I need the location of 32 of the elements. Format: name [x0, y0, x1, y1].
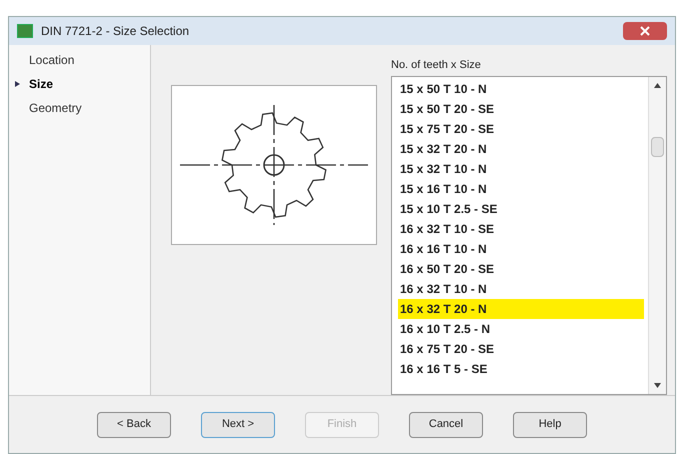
dialog-button[interactable]: < Back	[97, 412, 171, 438]
list-item[interactable]: 15 x 50 T 10 - N	[398, 78, 644, 98]
dialog-button[interactable]: Help	[513, 412, 587, 438]
list-item[interactable]: 16 x 32 T 10 - N	[398, 278, 644, 298]
list-item[interactable]: 15 x 75 T 20 - SE	[398, 118, 644, 138]
app-icon	[17, 24, 33, 38]
list-item[interactable]: 16 x 50 T 20 - SE	[398, 258, 644, 278]
list-label: No. of teeth x Size	[391, 58, 482, 73]
dialog-button[interactable]: Next >	[201, 412, 275, 438]
dialog-button[interactable]: Cancel	[409, 412, 483, 438]
list-item[interactable]: 15 x 32 T 10 - N	[398, 158, 644, 178]
close-button[interactable]	[623, 22, 667, 40]
list-item[interactable]: 15 x 50 T 20 - SE	[398, 98, 644, 118]
wizard-step[interactable]: Size	[29, 75, 54, 93]
scroll-down-icon	[654, 383, 661, 388]
window-title: DIN 7721-2 - Size Selection	[41, 23, 190, 40]
list-item[interactable]: 16 x 10 T 2.5 - N	[398, 318, 644, 338]
list-item[interactable]: 15 x 16 T 10 - N	[398, 178, 644, 198]
wizard-step[interactable]: Geometry	[29, 99, 82, 117]
list-item[interactable]: 16 x 32 T 20 - N	[398, 298, 644, 318]
list-item[interactable]: 16 x 16 T 10 - N	[398, 238, 644, 258]
wizard-step[interactable]: Location	[29, 51, 74, 69]
list-item[interactable]: 16 x 16 T 5 - SE	[398, 358, 644, 378]
list-item[interactable]: 15 x 10 T 2.5 - SE	[398, 198, 644, 218]
current-step-icon	[15, 81, 20, 87]
list-item[interactable]: 15 x 32 T 20 - N	[398, 138, 644, 158]
list-item[interactable]: 16 x 75 T 20 - SE	[398, 338, 644, 358]
close-icon	[640, 26, 650, 36]
scroll-thumb[interactable]	[651, 136, 664, 156]
scroll-up-icon	[654, 82, 661, 88]
list-item[interactable]: 16 x 32 T 10 - SE	[398, 218, 644, 238]
scrollbar[interactable]	[648, 76, 666, 394]
